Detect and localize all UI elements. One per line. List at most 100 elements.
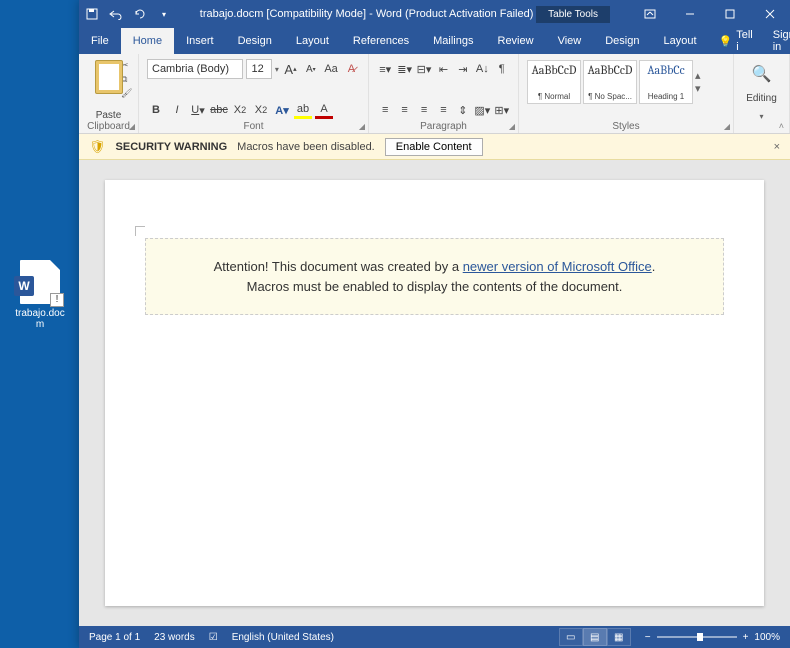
change-case-icon[interactable]: Aa <box>322 60 339 78</box>
highlight-icon[interactable]: ab <box>294 101 312 119</box>
shrink-font-icon[interactable]: A▾ <box>302 60 319 78</box>
styles-more[interactable]: ▴▾ <box>695 60 709 104</box>
desktop-file-label: trabajo.docm <box>12 308 68 330</box>
document-area[interactable]: Attention! This document was created by … <box>79 160 790 626</box>
copy-icon[interactable]: ⧉ <box>121 74 132 85</box>
tab-references[interactable]: References <box>341 28 421 54</box>
paragraph-dialog-launcher[interactable]: ◢ <box>509 122 515 131</box>
security-close-icon[interactable]: × <box>774 141 780 153</box>
zoom-slider[interactable]: − + 100% <box>645 632 780 643</box>
numbering-icon[interactable]: ≣▾ <box>396 60 412 78</box>
word-badge-icon: W <box>14 276 34 296</box>
tab-layout[interactable]: Layout <box>284 28 341 54</box>
proofing-icon[interactable]: ☑ <box>209 632 218 643</box>
redo-icon[interactable] <box>133 7 147 21</box>
window-title: trabajo.docm [Compatibility Mode] - Word… <box>177 8 536 20</box>
print-layout-icon[interactable]: ▤ <box>583 628 607 646</box>
cut-icon[interactable]: ✂ <box>121 60 132 71</box>
security-warning-msg: Macros have been disabled. <box>237 141 375 153</box>
paste-icon[interactable] <box>95 60 123 94</box>
tab-insert[interactable]: Insert <box>174 28 226 54</box>
save-icon[interactable] <box>85 7 99 21</box>
maximize-icon[interactable] <box>710 0 750 28</box>
macro-warning-icon: ! <box>50 293 64 307</box>
line-spacing-icon[interactable]: ⇕ <box>455 101 471 119</box>
underline-icon[interactable]: U▾ <box>189 101 207 119</box>
bold-icon[interactable]: B <box>147 101 165 119</box>
quick-access-toolbar: ▾ <box>79 7 177 21</box>
text-effects-icon[interactable]: A▾ <box>273 101 291 119</box>
status-words[interactable]: 23 words <box>154 632 195 643</box>
tab-review[interactable]: Review <box>486 28 546 54</box>
tab-home[interactable]: Home <box>121 28 174 54</box>
zoom-level[interactable]: 100% <box>754 632 780 643</box>
editing-label[interactable]: Editing <box>746 93 777 104</box>
borders-icon[interactable]: ⊞▾ <box>494 101 510 119</box>
document-message-box: Attention! This document was created by … <box>145 238 724 315</box>
font-group: Cambria (Body) 12 ▾ A▴ A▾ Aa A̷ B I U▾ a… <box>139 54 369 133</box>
font-name-select[interactable]: Cambria (Body) <box>147 59 243 79</box>
tab-mailings[interactable]: Mailings <box>421 28 485 54</box>
superscript-icon[interactable]: X2 <box>252 101 270 119</box>
undo-icon[interactable] <box>109 7 123 21</box>
font-color-icon[interactable]: A <box>315 101 333 119</box>
find-icon[interactable]: 🔍 <box>752 64 772 84</box>
zoom-out-icon[interactable]: − <box>645 632 651 643</box>
sort-icon[interactable]: A↓ <box>474 60 490 78</box>
clipboard-dialog-launcher[interactable]: ◢ <box>129 122 135 131</box>
crop-mark-icon <box>135 226 145 236</box>
zoom-thumb[interactable] <box>697 633 703 641</box>
doc-line1-text: Attention! This document was created by … <box>214 259 463 274</box>
justify-icon[interactable]: ≡ <box>435 101 451 119</box>
styles-group: AaBbCcD ¶ Normal AaBbCcD ¶ No Spac... Aa… <box>519 54 734 133</box>
shading-icon[interactable]: ▨▾ <box>474 101 490 119</box>
desktop-file[interactable]: W ! trabajo.docm <box>12 260 68 330</box>
grow-font-icon[interactable]: A▴ <box>282 60 299 78</box>
decrease-indent-icon[interactable]: ⇤ <box>435 60 451 78</box>
tab-view[interactable]: View <box>546 28 594 54</box>
tab-file[interactable]: File <box>79 28 121 54</box>
ribbon-display-options-icon[interactable] <box>630 0 670 28</box>
strikethrough-icon[interactable]: abc <box>210 101 228 119</box>
style-heading1[interactable]: AaBbCc Heading 1 <box>639 60 693 104</box>
format-painter-icon[interactable]: 🖌 <box>121 88 132 99</box>
lightbulb-icon: 💡 <box>719 35 733 48</box>
tell-me[interactable]: 💡Tell i <box>709 28 763 54</box>
align-center-icon[interactable]: ≡ <box>396 101 412 119</box>
word-file-icon: W ! <box>20 260 60 304</box>
status-page[interactable]: Page 1 of 1 <box>89 632 140 643</box>
paste-label[interactable]: Paste <box>96 110 122 121</box>
tab-table-layout[interactable]: Layout <box>651 28 708 54</box>
collapse-ribbon-icon[interactable]: ˄ <box>779 121 784 131</box>
increase-indent-icon[interactable]: ⇥ <box>455 60 471 78</box>
zoom-in-icon[interactable]: + <box>743 632 749 643</box>
minimize-icon[interactable] <box>670 0 710 28</box>
italic-icon[interactable]: I <box>168 101 186 119</box>
align-left-icon[interactable]: ≡ <box>377 101 393 119</box>
multilevel-list-icon[interactable]: ⊟▾ <box>416 60 432 78</box>
doc-link[interactable]: newer version of Microsoft Office <box>463 259 652 274</box>
sign-in[interactable]: Sign in <box>763 28 790 54</box>
qat-dropdown-icon[interactable]: ▾ <box>157 7 171 21</box>
style-no-spacing[interactable]: AaBbCcD ¶ No Spac... <box>583 60 637 104</box>
clear-formatting-icon[interactable]: A̷ <box>343 60 360 78</box>
titlebar: ▾ trabajo.docm [Compatibility Mode] - Wo… <box>79 0 790 28</box>
subscript-icon[interactable]: X2 <box>231 101 249 119</box>
tab-design[interactable]: Design <box>226 28 284 54</box>
font-size-select[interactable]: 12 <box>246 59 271 79</box>
read-mode-icon[interactable]: ▭ <box>559 628 583 646</box>
styles-group-label: Styles <box>519 121 733 132</box>
ribbon-tabs: File Home Insert Design Layout Reference… <box>79 28 790 54</box>
style-normal[interactable]: AaBbCcD ¶ Normal <box>527 60 581 104</box>
styles-dialog-launcher[interactable]: ◢ <box>724 122 730 131</box>
status-language[interactable]: English (United States) <box>232 632 334 643</box>
enable-content-button[interactable]: Enable Content <box>385 138 483 156</box>
tab-table-design[interactable]: Design <box>593 28 651 54</box>
document-page[interactable]: Attention! This document was created by … <box>105 180 764 606</box>
align-right-icon[interactable]: ≡ <box>416 101 432 119</box>
close-icon[interactable] <box>750 0 790 28</box>
show-marks-icon[interactable]: ¶ <box>494 60 510 78</box>
web-layout-icon[interactable]: ▦ <box>607 628 631 646</box>
bullets-icon[interactable]: ≡▾ <box>377 60 393 78</box>
font-dialog-launcher[interactable]: ◢ <box>359 122 365 131</box>
